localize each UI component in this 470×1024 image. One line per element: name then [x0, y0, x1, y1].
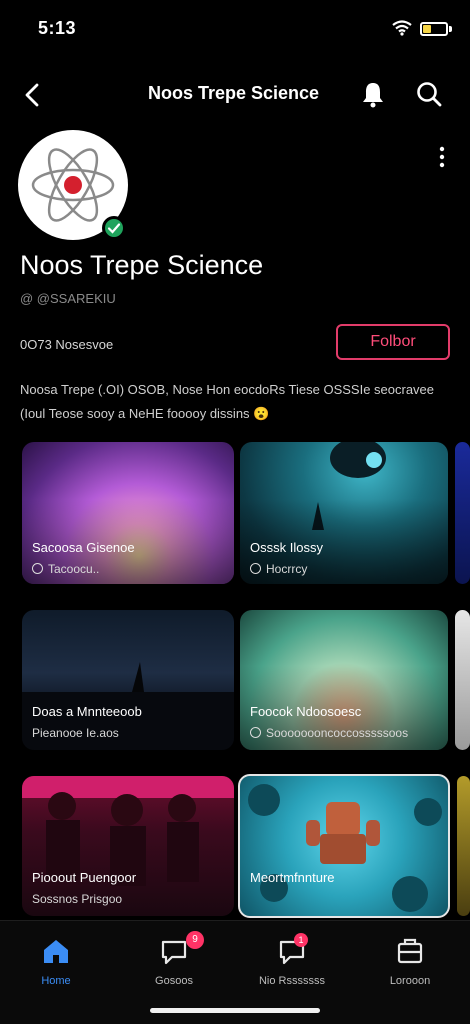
- nav-label-inbox: Lorooon: [389, 975, 431, 987]
- video-card-partial[interactable]: [457, 776, 470, 916]
- battery-nub: [449, 26, 452, 32]
- video-meta: Hocrrcy: [250, 562, 307, 576]
- nav-label-notifications: Nio Rsssssss: [258, 975, 325, 987]
- inbox-icon: [397, 938, 423, 964]
- channel-name: Noos Trepe Science: [20, 250, 264, 280]
- video-meta: Sossnos Prisgoo: [32, 892, 123, 906]
- video-card-partial[interactable]: [455, 610, 470, 750]
- video-meta-text: Hocrrcy: [266, 562, 308, 576]
- verified-badge: [102, 216, 126, 240]
- notification-badge: 1: [294, 933, 308, 947]
- video-meta-text: Soooooooncoccosssssoos: [266, 726, 409, 740]
- battery-icon: [420, 22, 448, 36]
- video-title: Piooout Puengoor: [32, 870, 137, 885]
- clock-icon: [32, 563, 43, 574]
- home-icon: [44, 940, 68, 963]
- video-meta: Tacoocu..: [32, 562, 99, 576]
- bell-icon[interactable]: [358, 79, 388, 109]
- nav-item-notifications[interactable]: 1 Nio Rsssssss: [252, 931, 332, 991]
- video-meta-text: Tacoocu..: [48, 562, 100, 576]
- emoji-icon: 😮: [253, 406, 270, 421]
- channel-description: Noosa Trepe (.OI) OSOB, Nose Hon eocdoRs…: [20, 378, 460, 426]
- status-bar: 5:13: [0, 0, 470, 60]
- check-icon: [107, 223, 121, 234]
- video-meta: Soooooooncoccosssssoos: [250, 726, 408, 740]
- video-card[interactable]: Osssk Ilossy Hocrrcy: [240, 442, 448, 584]
- video-title: Meortmfnnture: [250, 870, 335, 885]
- nav-label-home: Home: [41, 975, 71, 987]
- video-title: Sacoosa Gisenoe: [32, 540, 135, 555]
- video-card[interactable]: Meortmfnnture: [238, 774, 450, 918]
- page-title: Noos Trepe Science: [148, 83, 320, 103]
- video-title: Foocok Ndoosoesc: [250, 704, 362, 719]
- follow-button[interactable]: Folbor: [336, 324, 450, 360]
- video-card-partial[interactable]: [455, 442, 470, 584]
- channel-description-text: Noosa Trepe (.OI) OSOB, Nose Hon eocdoRs…: [20, 382, 435, 421]
- back-icon[interactable]: [18, 80, 48, 110]
- video-title: Osssk Ilossy: [250, 540, 323, 555]
- nav-item-inbox[interactable]: Lorooon: [370, 931, 450, 991]
- status-time: 5:13: [38, 18, 77, 38]
- nav-label-chat: Gosoos: [155, 975, 193, 987]
- video-card[interactable]: Foocok Ndoosoesc Soooooooncoccosssssoos: [240, 610, 448, 750]
- clock-icon: [250, 727, 261, 738]
- video-card[interactable]: Doas a Mnnteeoob Pieanooe Ie.aos: [22, 610, 234, 750]
- home-indicator[interactable]: [150, 1008, 320, 1013]
- search-icon[interactable]: [414, 79, 444, 109]
- channel-handle: @ @SSAREKIU: [20, 291, 116, 306]
- video-meta: Pieanooe Ie.aos: [32, 726, 119, 740]
- clock-icon: [250, 563, 261, 574]
- video-title: Doas a Mnnteeoob: [32, 704, 142, 719]
- more-options-icon[interactable]: [430, 142, 454, 172]
- channel-stats: 0O73 Nosesvoe: [20, 337, 114, 352]
- video-thumbnail-art: [248, 784, 442, 912]
- wifi-icon: [392, 20, 412, 36]
- nav-item-chat[interactable]: 9 Gosoos: [134, 931, 214, 991]
- chat-badge: 9: [186, 931, 204, 949]
- nav-item-home[interactable]: Home: [16, 931, 96, 991]
- nav-bar: Noos Trepe Science: [0, 70, 470, 120]
- video-card[interactable]: Piooout Puengoor Sossnos Prisgoo: [22, 776, 234, 916]
- video-card[interactable]: Sacoosa Gisenoe Tacoocu..: [22, 442, 234, 584]
